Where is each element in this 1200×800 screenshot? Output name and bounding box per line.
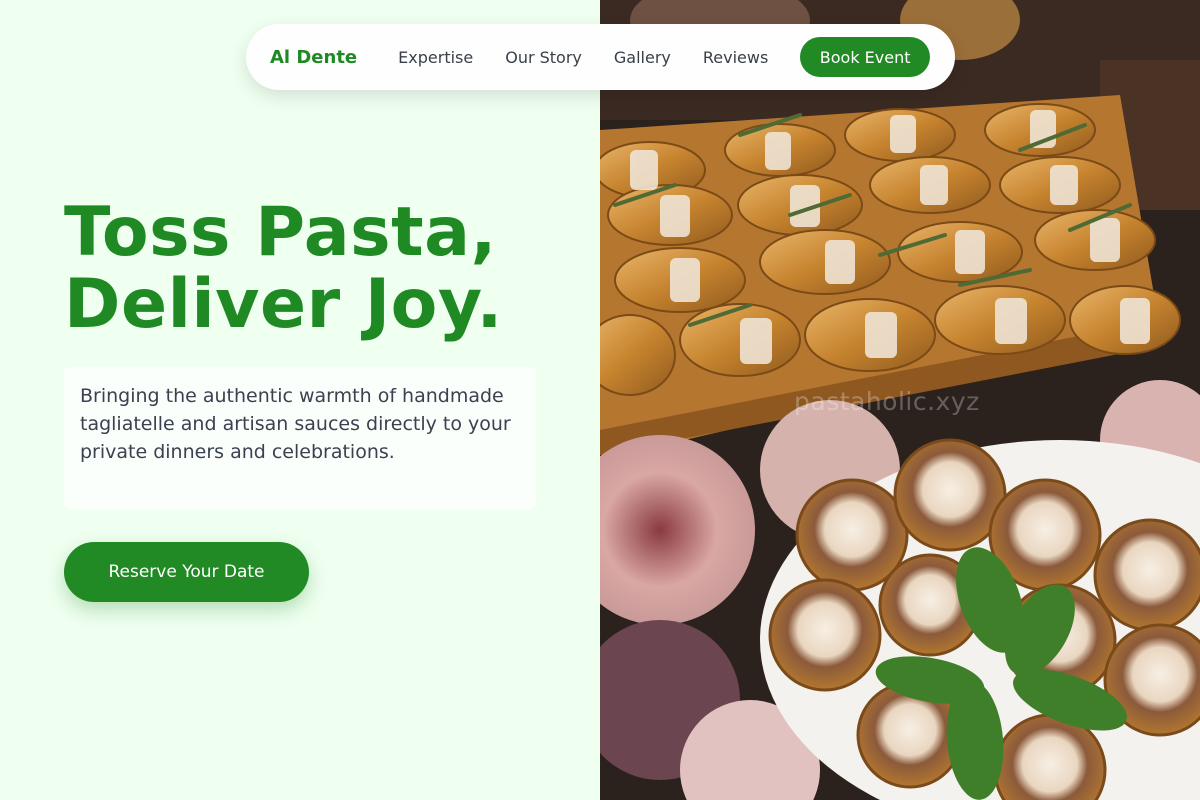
- headline-line-1: Toss Pasta,: [64, 193, 497, 272]
- hero-description-box: Bringing the authentic warmth of handmad…: [64, 367, 536, 509]
- book-event-button[interactable]: Book Event: [800, 37, 930, 77]
- hero-headline: Toss Pasta, Deliver Joy.: [64, 197, 584, 341]
- top-navigation: Al Dente Expertise Our Story Gallery Rev…: [246, 24, 955, 90]
- reserve-date-button[interactable]: Reserve Your Date: [64, 542, 309, 602]
- headline-line-2: Deliver Joy.: [64, 265, 503, 344]
- brand-logo[interactable]: Al Dente: [270, 47, 357, 68]
- nav-link-our-story[interactable]: Our Story: [505, 48, 582, 67]
- nav-link-gallery[interactable]: Gallery: [614, 48, 671, 67]
- hero-description: Bringing the authentic warmth of handmad…: [80, 385, 511, 463]
- nav-link-reviews[interactable]: Reviews: [703, 48, 768, 67]
- hero-food-photo: [600, 0, 1200, 800]
- nav-link-expertise[interactable]: Expertise: [398, 48, 473, 67]
